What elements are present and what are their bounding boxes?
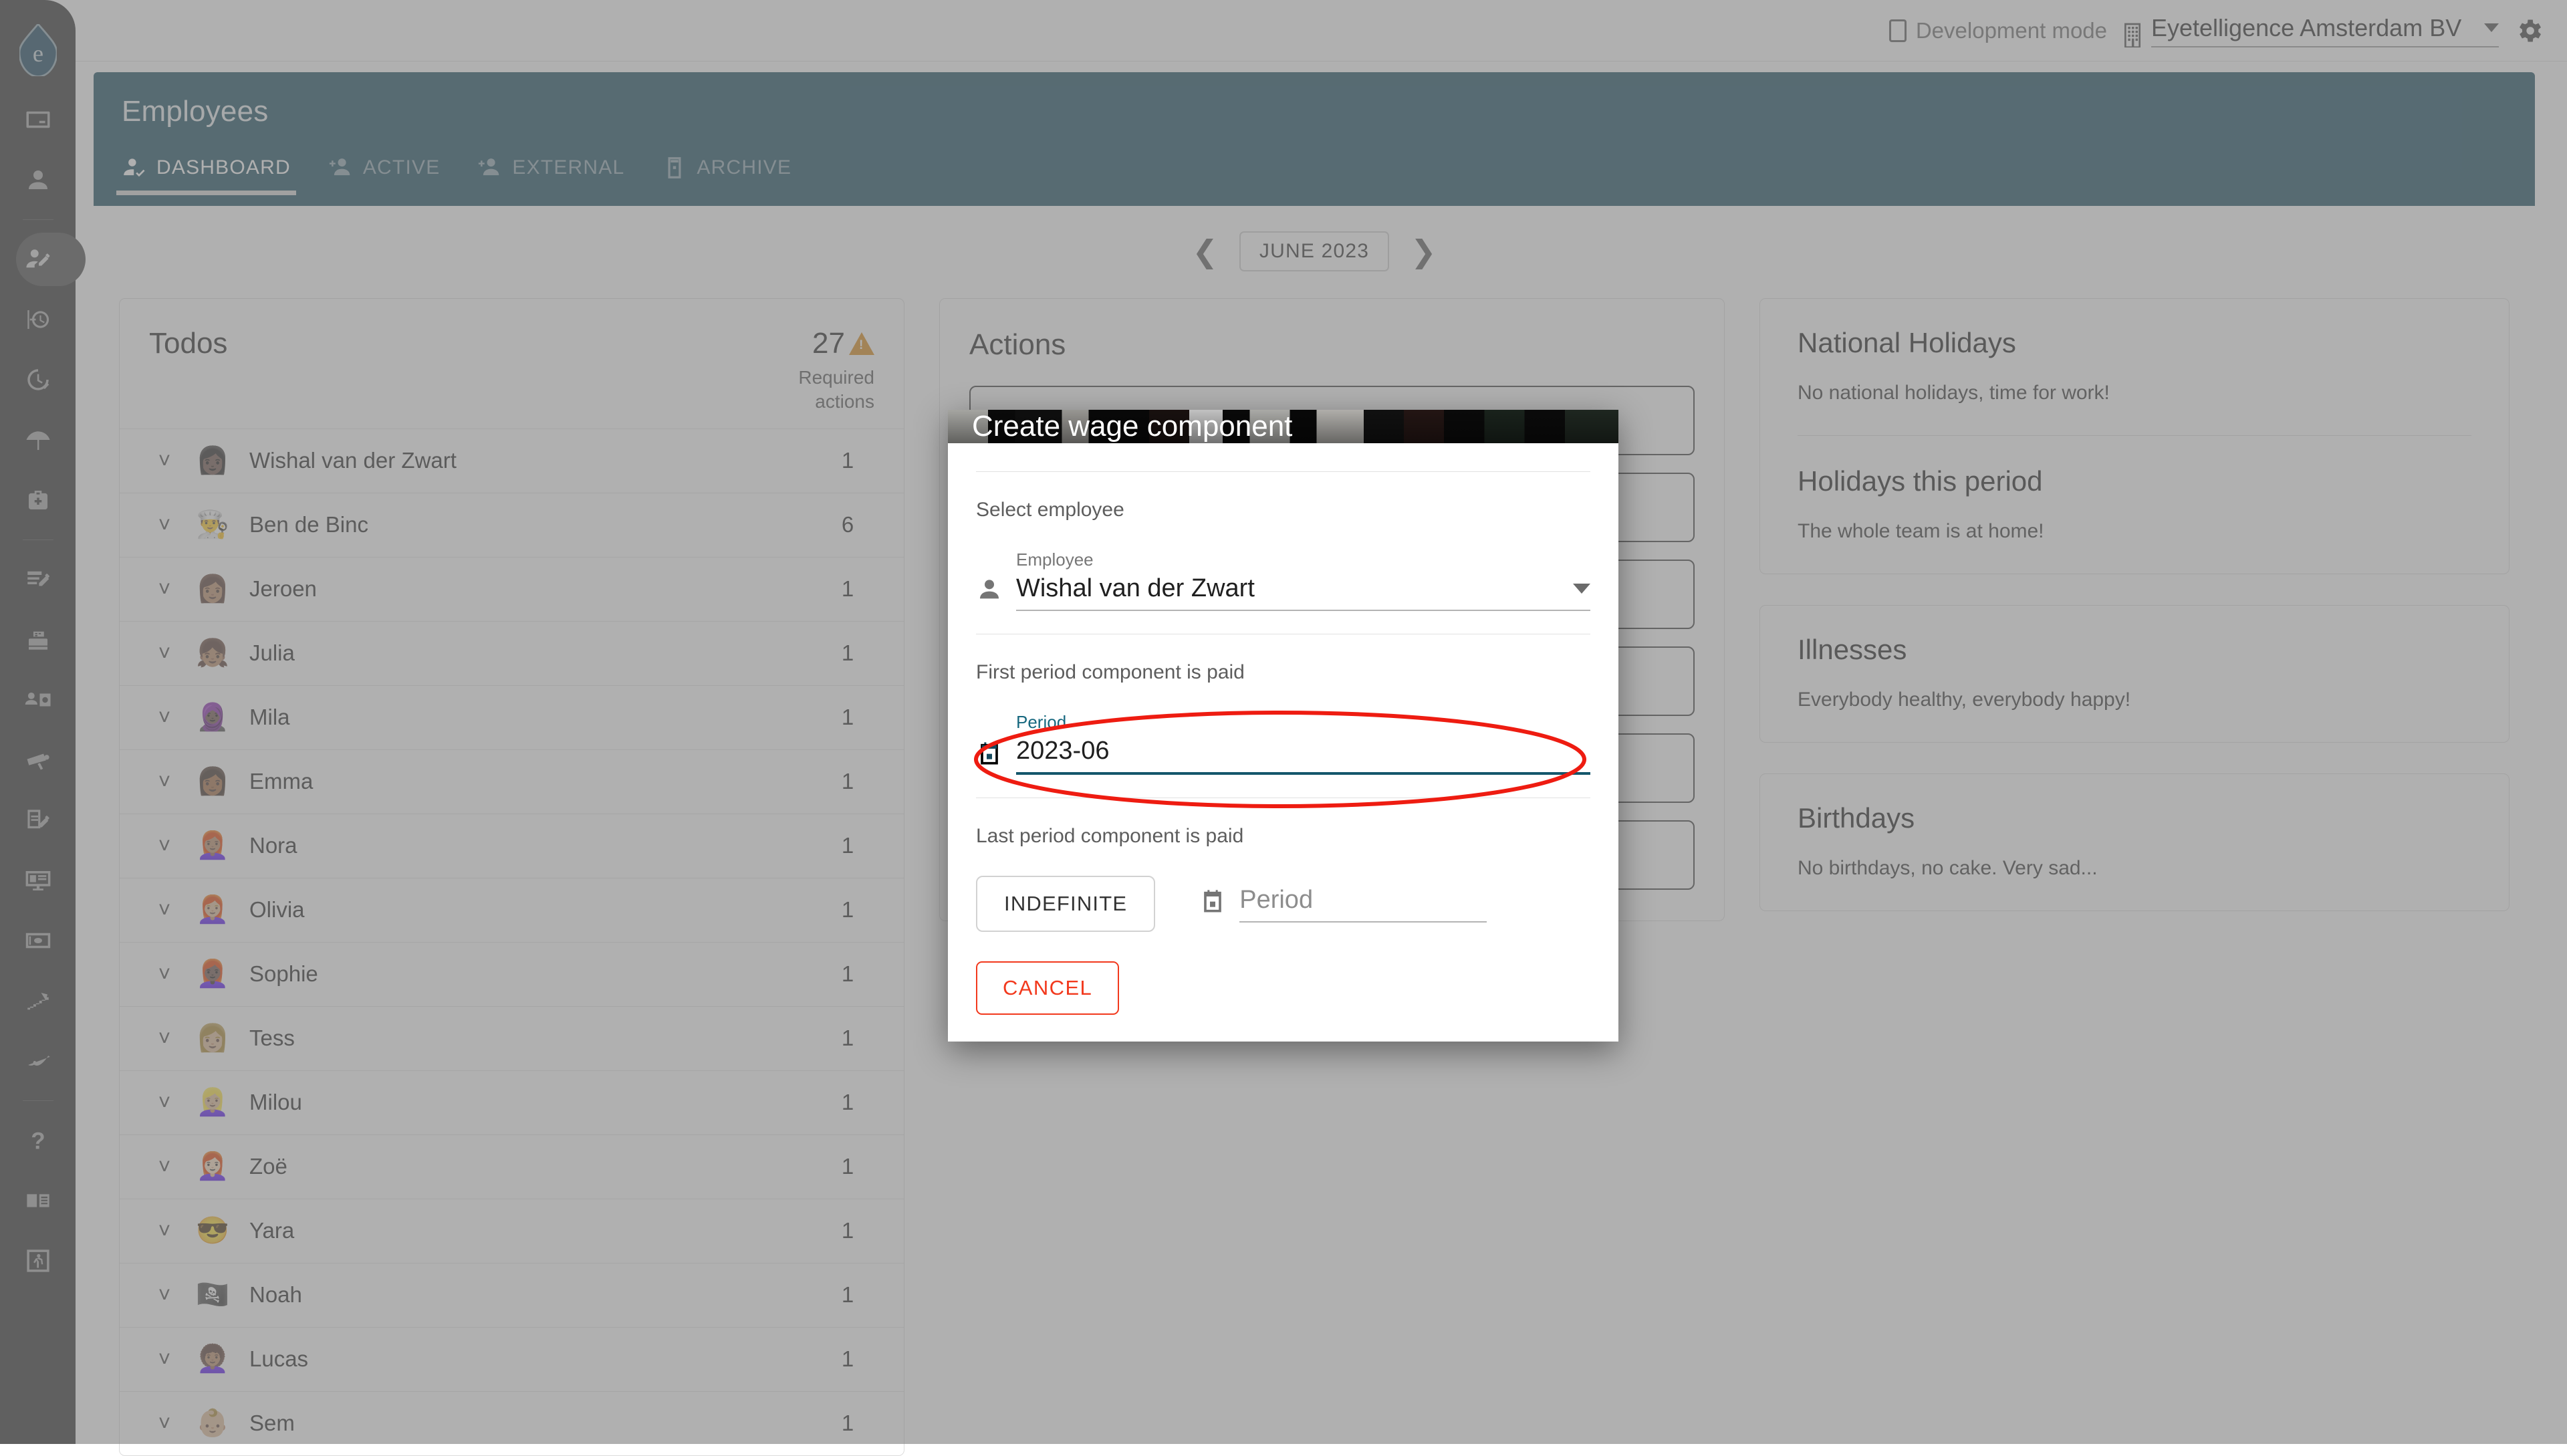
last-period-placeholder: Period <box>1239 886 1313 915</box>
calendar-icon[interactable] <box>1199 888 1226 923</box>
dialog-body: Select employee Employee Wishal van der … <box>948 443 1618 955</box>
person-icon <box>976 576 1003 611</box>
first-period-field-label: Period <box>1016 712 1590 733</box>
indefinite-button[interactable]: INDEFINITE <box>976 876 1155 932</box>
chevron-down-icon[interactable] <box>1573 584 1590 594</box>
dialog-title: Create wage component <box>948 410 1292 443</box>
dialog-footer: CANCEL <box>948 955 1618 1042</box>
calendar-icon[interactable] <box>976 740 1003 775</box>
create-wage-component-dialog: Create wage component Select employee Em… <box>948 410 1618 1042</box>
cancel-button[interactable]: CANCEL <box>976 961 1119 1015</box>
first-period-value[interactable]: 2023-06 <box>1016 737 1109 765</box>
first-period-label: First period component is paid <box>976 661 1590 684</box>
first-period-section: First period component is paid Period 20… <box>976 634 1590 798</box>
employee-value: Wishal van der Zwart <box>1016 574 1255 603</box>
last-period-field[interactable]: Period <box>1199 886 1487 923</box>
first-period-field[interactable]: Period 2023-06 <box>976 712 1590 775</box>
select-employee-section: Select employee Employee Wishal van der … <box>976 472 1590 634</box>
employee-field-label: Employee <box>1016 550 1590 570</box>
last-period-label: Last period component is paid <box>976 825 1590 848</box>
employee-select-field[interactable]: Employee Wishal van der Zwart <box>976 550 1590 611</box>
last-period-section: Last period component is paid INDEFINITE… <box>976 798 1590 955</box>
select-employee-label: Select employee <box>976 499 1590 521</box>
dialog-hero-image: Create wage component <box>948 410 1618 443</box>
